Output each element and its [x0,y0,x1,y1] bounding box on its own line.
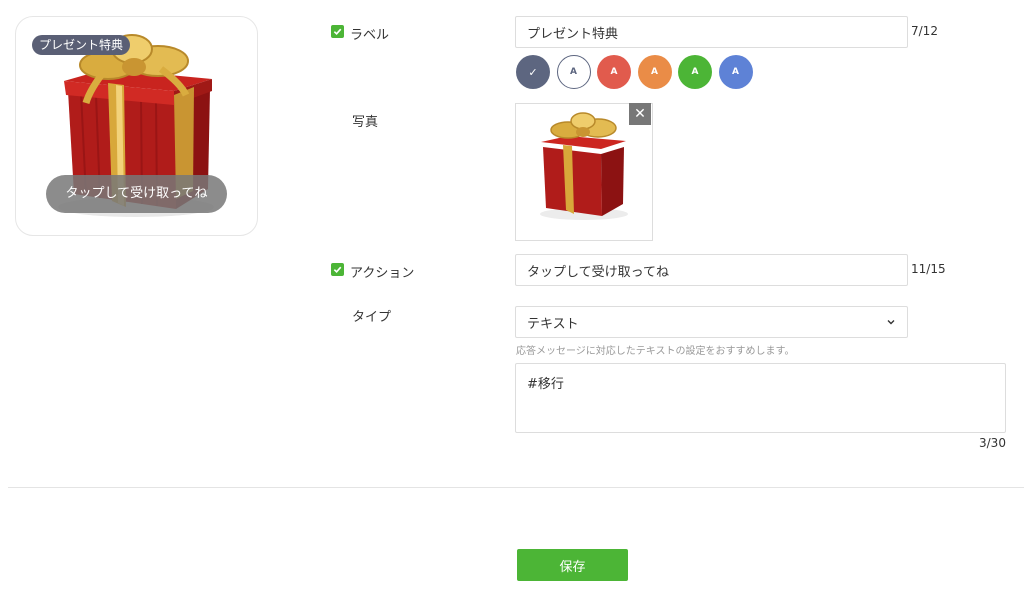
label-input[interactable]: プレゼント特典 [515,16,908,48]
type-select[interactable]: テキスト [515,306,908,338]
color-swatch-3[interactable]: A [637,55,672,89]
label-checkbox[interactable] [331,25,344,38]
type-select-value: テキスト [527,316,579,332]
text-textarea[interactable]: #移行 [515,363,1006,433]
divider [8,487,1024,488]
preview-label-badge: プレゼント特典 [32,35,131,55]
action-title: アクション [350,266,415,281]
preview-card: プレゼント特典 タップして受け取ってね [15,16,258,236]
color-swatch-0[interactable]: ✓ [516,55,550,89]
text-counter: 3/30 [979,436,1006,450]
color-swatch-1[interactable]: A [556,55,591,89]
action-checkbox[interactable] [331,263,344,276]
type-hint: 応答メッセージに対応したテキストの設定をおすすめします。 [516,346,795,357]
photo-title: 写真 [352,115,379,130]
check-icon [333,266,342,274]
color-swatch-5[interactable]: A [718,55,753,89]
chevron-down-icon [887,320,895,325]
check-icon [333,28,342,36]
preview-action-button[interactable]: タップして受け取ってね [46,175,227,213]
action-input[interactable]: タップして受け取ってね [515,254,908,286]
color-swatch-4[interactable]: A [678,55,712,89]
action-counter: 11/15 [911,262,946,276]
save-button[interactable]: 保存 [517,549,628,581]
photo-remove-button[interactable]: ✕ [629,103,651,125]
type-title: タイプ [352,310,392,325]
label-counter: 7/12 [911,24,938,38]
label-title: ラベル [350,28,390,43]
color-swatch-2[interactable]: A [597,55,631,89]
color-swatch-row: ✓ A A A A A [516,55,753,89]
